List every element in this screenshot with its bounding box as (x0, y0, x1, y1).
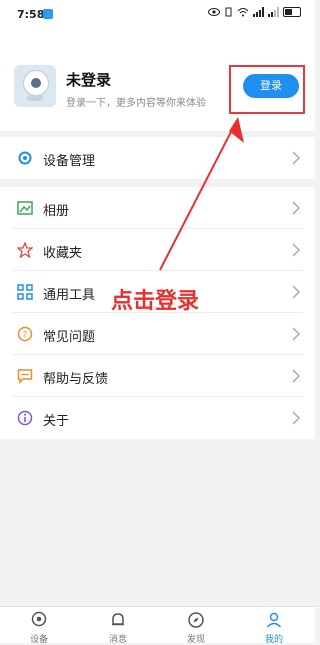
chevron-right-icon (292, 411, 301, 425)
menu-item-label: 设备管理 (43, 154, 96, 169)
menu-item-help-feedback[interactable]: 帮助与反馈 (0, 355, 315, 397)
tab-label: 设备 (29, 635, 48, 645)
eye-icon (208, 8, 220, 16)
signal-icon-2 (268, 7, 279, 17)
question-icon: ? (17, 326, 33, 342)
annotation-text: 点击登录 (111, 289, 200, 314)
tab-mine[interactable]: 我的 (244, 611, 304, 645)
svg-text:?: ? (23, 331, 28, 341)
user-name[interactable]: 未登录 (66, 69, 111, 90)
menu-item-label: 收藏夹 (43, 246, 83, 261)
user-subtitle: 登录一下，更多内容等你来体验 (66, 98, 206, 109)
menu-item-label: 常见问题 (43, 330, 96, 345)
chevron-right-icon (292, 243, 301, 257)
battery-icon (283, 7, 301, 17)
menu-item-album[interactable]: 相册 (0, 187, 315, 229)
menu-item-label: 相册 (43, 204, 70, 219)
feedback-icon (17, 369, 33, 384)
chevron-right-icon (292, 327, 301, 341)
menu-item-favorites[interactable]: 收藏夹 (0, 229, 315, 271)
menu-item-label: 关于 (43, 414, 70, 429)
wifi-icon (237, 8, 249, 17)
status-icons (208, 7, 301, 17)
status-bar: 7:58 (0, 0, 315, 30)
tab-messages[interactable]: 消息 (88, 611, 148, 645)
app-notification-icon (43, 9, 53, 19)
menu-item-label: 通用工具 (43, 288, 96, 303)
menu-item-faq[interactable]: ? 常见问题 (0, 313, 315, 355)
status-time: 7:58 (17, 8, 45, 21)
signal-icon (253, 7, 264, 17)
menu-item-device-management[interactable]: 设备管理 (0, 137, 315, 179)
chevron-right-icon (292, 151, 301, 165)
bottom-tab-bar: 设备 消息 发现 我的 (0, 606, 315, 645)
star-icon (17, 242, 33, 258)
grid-icon (17, 284, 33, 300)
avatar[interactable] (14, 65, 56, 107)
tab-label: 消息 (108, 635, 127, 645)
compass-icon (188, 612, 204, 628)
bell-icon (112, 613, 124, 626)
vibrate-icon (225, 7, 232, 17)
info-icon (17, 410, 33, 426)
login-button[interactable]: 登录 (243, 74, 299, 98)
gear-icon (18, 151, 32, 165)
chevron-right-icon (292, 369, 301, 383)
camera-icon (31, 611, 47, 627)
tab-label: 我的 (264, 635, 283, 645)
tab-label: 发现 (186, 635, 205, 645)
user-icon (266, 612, 282, 628)
tab-discover[interactable]: 发现 (166, 611, 226, 645)
camera-avatar-icon (23, 70, 49, 96)
album-icon (17, 201, 33, 215)
chevron-right-icon (292, 201, 301, 215)
chevron-right-icon (292, 285, 301, 299)
tab-devices[interactable]: 设备 (9, 611, 69, 645)
menu-item-label: 帮助与反馈 (43, 372, 109, 387)
menu-item-about[interactable]: 关于 (0, 397, 315, 439)
